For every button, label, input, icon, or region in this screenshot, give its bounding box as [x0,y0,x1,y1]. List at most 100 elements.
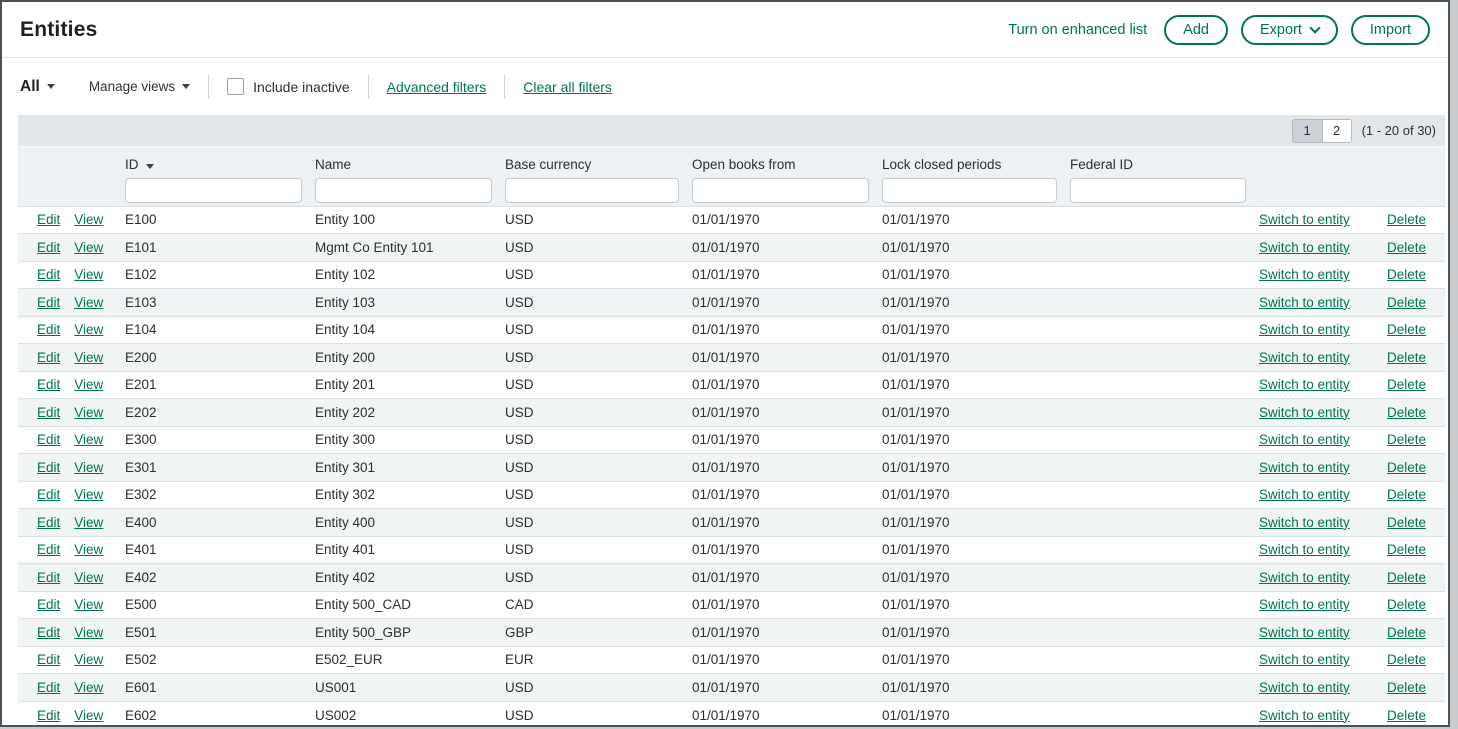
switch-to-entity-link[interactable]: Switch to entity [1259,652,1350,667]
view-link[interactable]: View [74,267,103,282]
clear-all-filters-link[interactable]: Clear all filters [523,79,612,95]
include-inactive-checkbox[interactable] [227,78,244,95]
column-header-id[interactable]: ID [125,148,315,175]
filter-input-id[interactable] [125,178,302,203]
switch-to-entity-link[interactable]: Switch to entity [1259,405,1350,420]
edit-link[interactable]: Edit [37,240,60,255]
delete-link[interactable]: Delete [1387,680,1426,695]
column-header-federal-id[interactable]: Federal ID [1070,148,1259,175]
edit-link[interactable]: Edit [37,625,60,640]
sort-descending-icon[interactable] [146,164,154,169]
delete-link[interactable]: Delete [1387,597,1426,612]
edit-link[interactable]: Edit [37,322,60,337]
column-header-base-currency[interactable]: Base currency [505,148,692,175]
switch-to-entity-link[interactable]: Switch to entity [1259,597,1350,612]
switch-to-entity-link[interactable]: Switch to entity [1259,515,1350,530]
switch-to-entity-link[interactable]: Switch to entity [1259,350,1350,365]
delete-link[interactable]: Delete [1387,708,1426,723]
delete-link[interactable]: Delete [1387,212,1426,227]
advanced-filters-link[interactable]: Advanced filters [387,79,487,95]
view-link[interactable]: View [74,460,103,475]
switch-to-entity-link[interactable]: Switch to entity [1259,570,1350,585]
edit-link[interactable]: Edit [37,212,60,227]
view-selector-dropdown[interactable]: All [20,78,55,96]
edit-link[interactable]: Edit [37,515,60,530]
edit-link[interactable]: Edit [37,487,60,502]
view-link[interactable]: View [74,652,103,667]
view-link[interactable]: View [74,680,103,695]
delete-link[interactable]: Delete [1387,377,1426,392]
edit-link[interactable]: Edit [37,460,60,475]
view-link[interactable]: View [74,625,103,640]
view-link[interactable]: View [74,515,103,530]
view-link[interactable]: View [74,295,103,310]
filter-input-federal-id[interactable] [1070,178,1246,203]
view-link[interactable]: View [74,322,103,337]
filter-input-lock-closed-periods[interactable] [882,178,1057,203]
view-link[interactable]: View [74,432,103,447]
edit-link[interactable]: Edit [37,680,60,695]
column-header-open-books-from[interactable]: Open books from [692,148,882,175]
delete-link[interactable]: Delete [1387,405,1426,420]
delete-link[interactable]: Delete [1387,515,1426,530]
view-link[interactable]: View [74,212,103,227]
edit-link[interactable]: Edit [37,597,60,612]
delete-link[interactable]: Delete [1387,240,1426,255]
edit-link[interactable]: Edit [37,405,60,420]
manage-views-dropdown[interactable]: Manage views [89,79,190,94]
page-1-button[interactable]: 1 [1293,120,1322,142]
export-button[interactable]: Export [1241,15,1338,45]
delete-link[interactable]: Delete [1387,295,1426,310]
edit-link[interactable]: Edit [37,708,60,723]
switch-to-entity-link[interactable]: Switch to entity [1259,432,1350,447]
switch-to-entity-link[interactable]: Switch to entity [1259,295,1350,310]
view-link[interactable]: View [74,350,103,365]
delete-link[interactable]: Delete [1387,460,1426,475]
edit-link[interactable]: Edit [37,295,60,310]
filter-input-open-books-from[interactable] [692,178,869,203]
view-link[interactable]: View [74,405,103,420]
switch-to-entity-link[interactable]: Switch to entity [1259,625,1350,640]
edit-link[interactable]: Edit [37,652,60,667]
edit-link[interactable]: Edit [37,570,60,585]
view-link[interactable]: View [74,487,103,502]
add-button[interactable]: Add [1164,15,1228,45]
switch-to-entity-link[interactable]: Switch to entity [1259,460,1350,475]
edit-link[interactable]: Edit [37,350,60,365]
delete-link[interactable]: Delete [1387,322,1426,337]
edit-link[interactable]: Edit [37,542,60,557]
page-2-button[interactable]: 2 [1322,120,1351,142]
view-link[interactable]: View [74,708,103,723]
delete-link[interactable]: Delete [1387,652,1426,667]
edit-link[interactable]: Edit [37,432,60,447]
switch-to-entity-link[interactable]: Switch to entity [1259,212,1350,227]
column-header-name[interactable]: Name [315,148,505,175]
switch-to-entity-link[interactable]: Switch to entity [1259,708,1350,723]
switch-to-entity-link[interactable]: Switch to entity [1259,542,1350,557]
view-link[interactable]: View [74,597,103,612]
delete-link[interactable]: Delete [1387,625,1426,640]
edit-link[interactable]: Edit [37,377,60,392]
switch-to-entity-link[interactable]: Switch to entity [1259,487,1350,502]
turn-on-enhanced-list-link[interactable]: Turn on enhanced list [1008,22,1147,38]
switch-to-entity-link[interactable]: Switch to entity [1259,322,1350,337]
column-header-lock-closed-periods[interactable]: Lock closed periods [882,148,1070,175]
edit-link[interactable]: Edit [37,267,60,282]
view-link[interactable]: View [74,240,103,255]
switch-to-entity-link[interactable]: Switch to entity [1259,267,1350,282]
delete-link[interactable]: Delete [1387,570,1426,585]
view-link[interactable]: View [74,542,103,557]
delete-link[interactable]: Delete [1387,542,1426,557]
import-button[interactable]: Import [1351,15,1430,45]
delete-link[interactable]: Delete [1387,432,1426,447]
filter-input-base-currency[interactable] [505,178,679,203]
delete-link[interactable]: Delete [1387,267,1426,282]
switch-to-entity-link[interactable]: Switch to entity [1259,240,1350,255]
switch-to-entity-link[interactable]: Switch to entity [1259,377,1350,392]
filter-input-name[interactable] [315,178,492,203]
view-link[interactable]: View [74,570,103,585]
delete-link[interactable]: Delete [1387,350,1426,365]
delete-link[interactable]: Delete [1387,487,1426,502]
view-link[interactable]: View [74,377,103,392]
switch-to-entity-link[interactable]: Switch to entity [1259,680,1350,695]
